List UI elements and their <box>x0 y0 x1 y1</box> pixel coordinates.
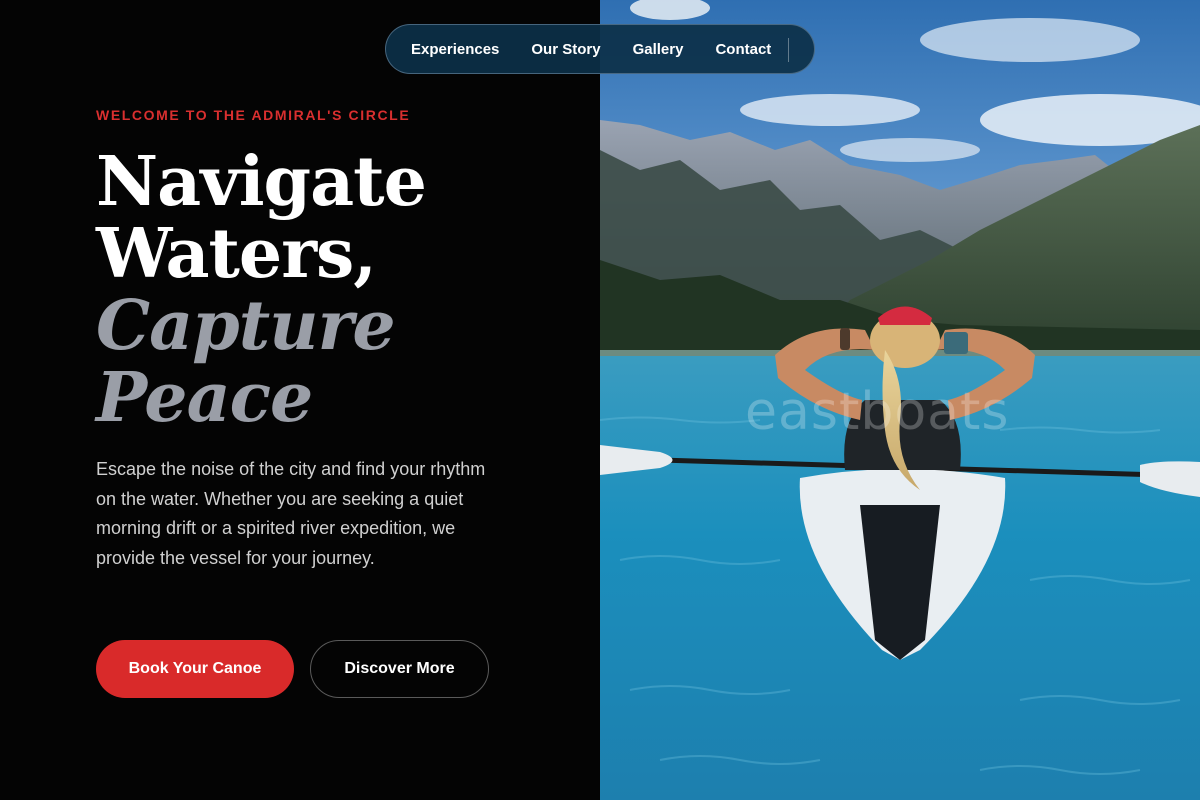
image-watermark: eastboats <box>745 382 1010 442</box>
hero-content: WELCOME TO THE ADMIRAL'S CIRCLE Navigate… <box>0 0 600 800</box>
hero-eyebrow: WELCOME TO THE ADMIRAL'S CIRCLE <box>96 107 411 123</box>
nav-divider <box>788 38 789 62</box>
hero-headline: Navigate Waters, Capture Peace <box>96 142 427 438</box>
nav-item-our-story[interactable]: Our Story <box>531 41 600 58</box>
headline-line-2: Waters, <box>96 214 377 294</box>
headline-line-3: Capture <box>96 286 396 366</box>
hero-image: eastboats <box>600 0 1200 800</box>
book-canoe-button[interactable]: Book Your Canoe <box>96 640 294 698</box>
main-nav: Experiences Our Story Gallery Contact <box>385 24 815 74</box>
headline-line-1: Navigate <box>96 142 427 222</box>
discover-more-button[interactable]: Discover More <box>310 640 489 698</box>
nav-item-contact[interactable]: Contact <box>715 41 771 58</box>
hero-description: Escape the noise of the city and find yo… <box>96 459 486 568</box>
headline-line-4: Peace <box>96 358 313 438</box>
nav-item-gallery[interactable]: Gallery <box>633 41 684 58</box>
nav-item-experiences[interactable]: Experiences <box>411 41 499 58</box>
